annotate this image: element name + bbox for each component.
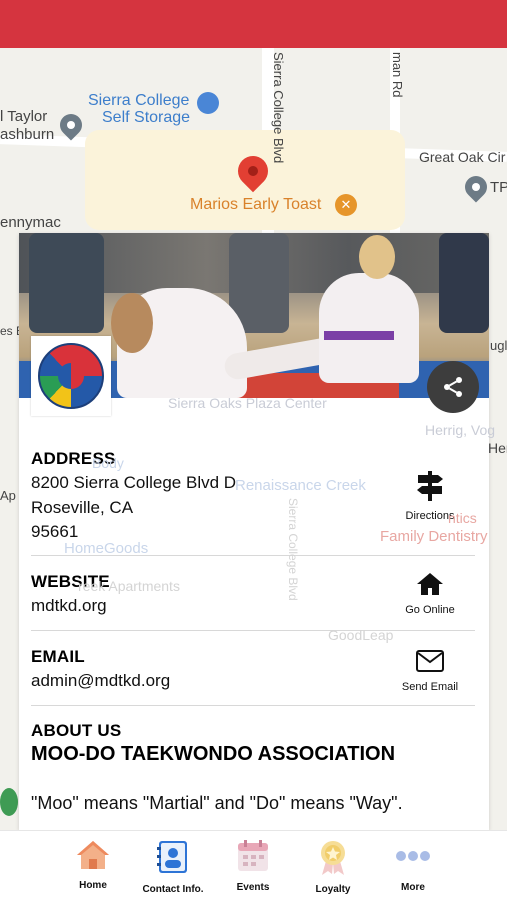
nav-contact-info[interactable]: Contact Info. xyxy=(128,839,218,895)
website-link[interactable]: mdtkd.org xyxy=(31,596,107,616)
address-line-3: 95661 xyxy=(31,522,79,541)
map-label: l Taylor xyxy=(0,108,48,125)
school-logo xyxy=(31,336,111,416)
nav-events[interactable]: Events xyxy=(208,839,298,893)
restaurant-pin-icon[interactable]: ✕ xyxy=(335,194,357,216)
map-label: TP xyxy=(490,179,507,196)
address-title: ADDRESS xyxy=(31,449,116,468)
website-section: WEBSITE mdtkd.org Go Online xyxy=(31,555,475,631)
send-email-label: Send Email xyxy=(401,681,459,693)
nav-more-label: More xyxy=(401,882,425,893)
nav-loyalty[interactable]: Loyalty xyxy=(288,839,378,895)
envelope-icon xyxy=(416,650,444,672)
top-bar xyxy=(0,0,507,48)
map-label: ashburn xyxy=(0,126,55,143)
nav-events-label: Events xyxy=(236,882,270,893)
storage-pin-icon[interactable] xyxy=(197,92,219,114)
address-line-2: Roseville, CA xyxy=(31,498,134,517)
map-label: man Rd xyxy=(390,52,405,98)
home-icon xyxy=(417,573,443,595)
about-title: ABOUT US xyxy=(31,721,122,740)
map-label: Ap xyxy=(0,488,16,503)
calendar-icon xyxy=(238,840,268,871)
map-label: Hensley, L xyxy=(488,440,507,456)
house-icon xyxy=(77,841,109,869)
map-label: Sierra College xyxy=(88,92,190,109)
share-icon xyxy=(444,377,462,397)
map-label: Sierra College Blvd xyxy=(271,52,286,164)
directions-label: Directions xyxy=(405,510,455,522)
medal-icon xyxy=(321,841,345,875)
map-label: Self Storage xyxy=(102,109,191,126)
nav-home[interactable]: Home xyxy=(48,839,138,891)
more-dots-icon xyxy=(396,851,430,861)
about-text: "Moo" means "Martial" and "Do" means "Wa… xyxy=(31,793,403,813)
business-card: ADDRESS 8200 Sierra College Blvd D Rosev… xyxy=(19,233,489,830)
map-label: Great Oak Cir xyxy=(419,149,506,165)
email-title: EMAIL xyxy=(31,647,85,666)
share-button[interactable] xyxy=(427,361,479,413)
go-online-button[interactable]: Go Online xyxy=(385,573,475,616)
email-section: EMAIL admin@mdtkd.org Send Email xyxy=(31,630,475,706)
map-label: ugl xyxy=(490,338,507,353)
nav-contact-info-label: Contact Info. xyxy=(142,884,204,895)
go-online-label: Go Online xyxy=(405,604,455,616)
address-section: ADDRESS 8200 Sierra College Blvd D Rosev… xyxy=(31,433,475,556)
signpost-icon xyxy=(417,471,443,501)
place-pin-icon[interactable] xyxy=(460,171,492,203)
nav-home-label: Home xyxy=(79,880,107,891)
map-label: Marios Early Toast xyxy=(190,196,322,213)
address-line-1: 8200 Sierra College Blvd D xyxy=(31,473,237,492)
website-title: WEBSITE xyxy=(31,572,110,591)
nav-more[interactable]: More xyxy=(368,839,458,893)
map-label: ennymac xyxy=(0,214,61,231)
nav-loyalty-label: Loyalty xyxy=(315,884,351,895)
park-pin-icon[interactable] xyxy=(0,788,18,816)
contact-book-icon xyxy=(157,841,187,873)
email-link[interactable]: admin@mdtkd.org xyxy=(31,671,170,691)
bottom-navigation: Home Contact Info. Events Loyalty More xyxy=(0,830,507,901)
send-email-button[interactable]: Send Email xyxy=(385,650,475,693)
about-heading: MOO-DO TAEKWONDO ASSOCIATION xyxy=(31,743,396,765)
directions-button[interactable]: Directions xyxy=(385,471,475,522)
